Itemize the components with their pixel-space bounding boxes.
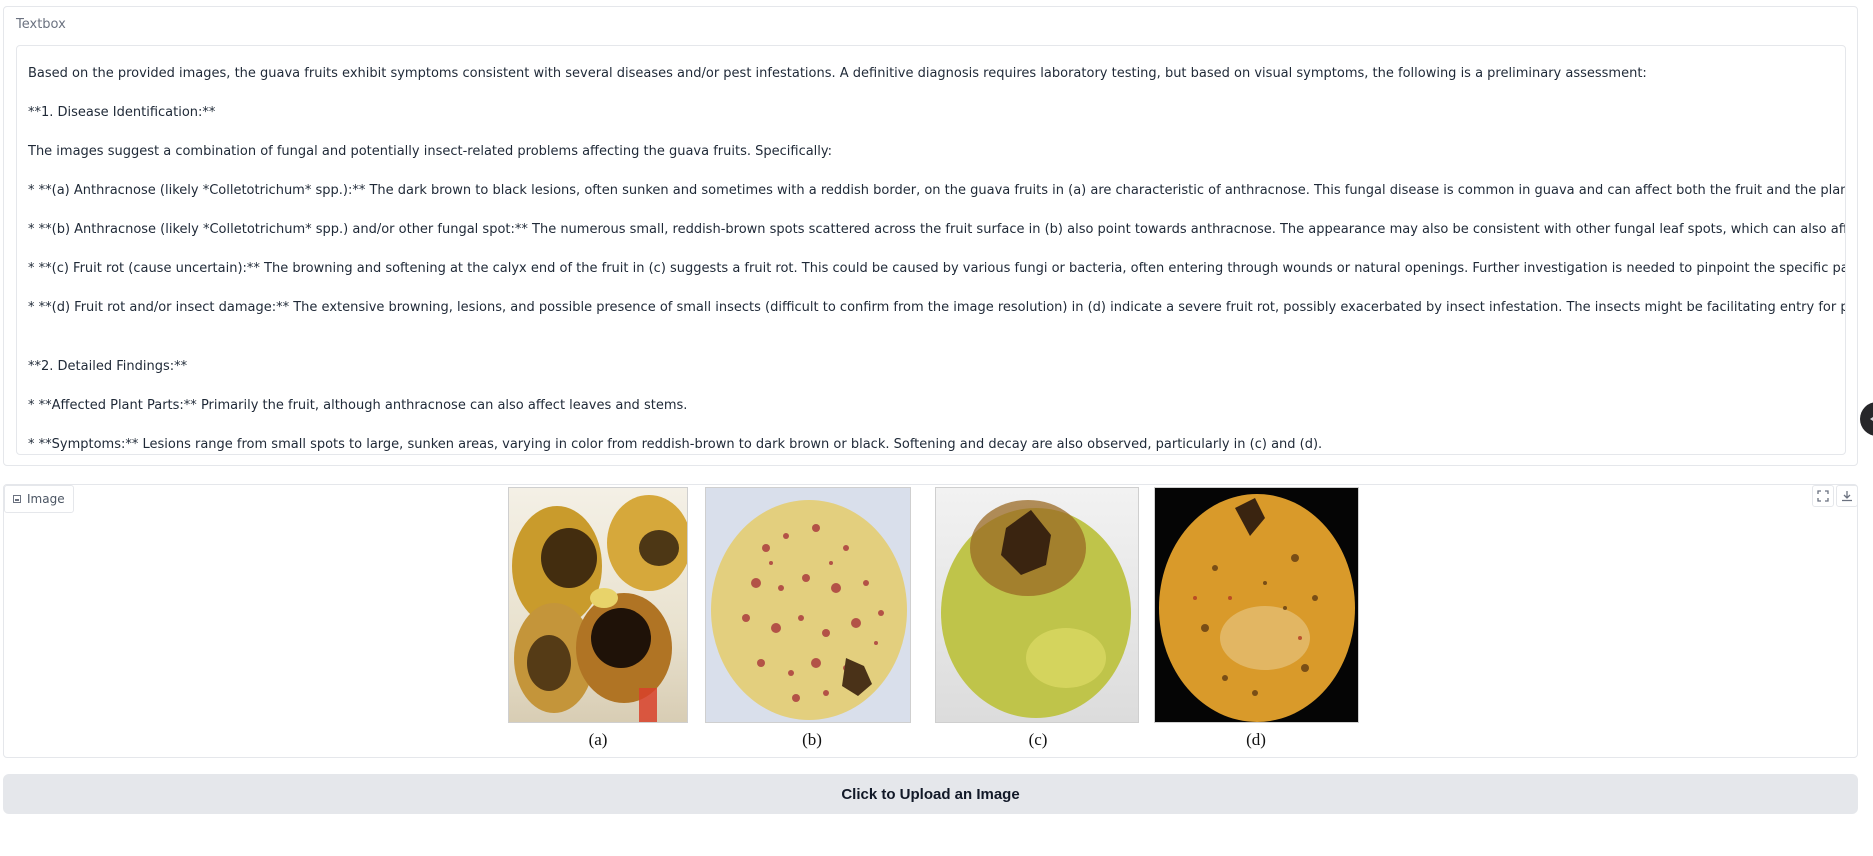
text-line: * **(a) Anthracnose (likely *Colletotric… — [28, 183, 1846, 198]
text-line: * **Symptoms:** Lesions range from small… — [28, 437, 1323, 452]
guava-photo-a — [508, 487, 688, 723]
caption-d: (d) — [1246, 730, 1266, 749]
output-textarea[interactable]: Based on the provided images, the guava … — [16, 45, 1846, 455]
image-label-text: Image — [27, 492, 65, 506]
caption-a: (a) — [588, 730, 608, 749]
text-line: Based on the provided images, the guava … — [28, 66, 1647, 81]
image-icon — [13, 495, 21, 503]
caption-b: (b) — [802, 730, 822, 749]
text-line: * **Affected Plant Parts:** Primarily th… — [28, 398, 688, 413]
text-line: **2. Detailed Findings:** — [28, 359, 188, 374]
guava-photo-c — [935, 487, 1139, 723]
guava-photo-d — [1154, 487, 1359, 723]
text-line: * **(d) Fruit rot and/or insect damage:*… — [28, 300, 1846, 315]
caption-c: (c) — [1028, 730, 1048, 749]
text-line: * **(b) Anthracnose (likely *Colletotric… — [28, 222, 1846, 237]
fullscreen-icon[interactable] — [1812, 485, 1834, 507]
image-panel: Image (a) (b) (c) (d) — [3, 484, 1858, 758]
text-line: The images suggest a combination of fung… — [28, 144, 833, 159]
text-line: **1. Disease Identification:** — [28, 105, 216, 120]
text-line: * **(c) Fruit rot (cause uncertain):** T… — [28, 261, 1846, 276]
textbox-panel: Textbox Based on the provided images, th… — [3, 6, 1858, 466]
textbox-label: Textbox — [16, 17, 66, 32]
upload-image-button[interactable]: Click to Upload an Image — [3, 774, 1858, 814]
download-icon[interactable] — [1836, 485, 1858, 507]
image-label-badge: Image — [4, 485, 74, 513]
chevron-left-icon[interactable] — [1860, 402, 1873, 436]
guava-photo-b — [705, 487, 911, 723]
